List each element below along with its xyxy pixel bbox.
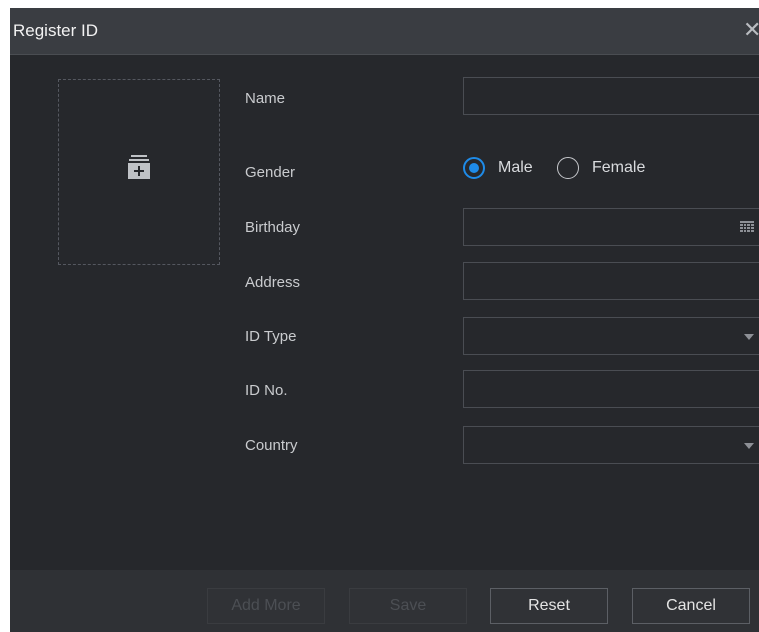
id-no-label: ID No. xyxy=(245,382,288,399)
calendar-icon[interactable] xyxy=(740,221,754,234)
country-label: Country xyxy=(245,437,298,454)
birthday-field[interactable] xyxy=(463,208,759,246)
id-no-input[interactable] xyxy=(464,371,759,407)
id-no-field[interactable] xyxy=(463,370,759,408)
address-field[interactable] xyxy=(463,262,759,300)
gender-female-label: Female xyxy=(592,159,646,176)
chevron-down-icon[interactable] xyxy=(744,334,754,340)
id-type-value[interactable] xyxy=(464,318,759,354)
radio-unchecked-icon xyxy=(557,157,579,179)
reset-button[interactable]: Reset xyxy=(490,588,608,624)
address-label: Address xyxy=(245,274,301,291)
save-button[interactable]: Save xyxy=(349,588,467,624)
dialog-titlebar: Register ID ✕ xyxy=(10,8,759,55)
chevron-down-icon[interactable] xyxy=(744,443,754,449)
id-type-select[interactable] xyxy=(463,317,759,355)
name-input[interactable] xyxy=(464,78,759,114)
add-photo-icon[interactable] xyxy=(123,154,155,186)
country-select[interactable] xyxy=(463,426,759,464)
birthday-input[interactable] xyxy=(464,209,759,245)
dialog-footer: Add More Save Reset Cancel xyxy=(10,570,759,632)
name-label: Name xyxy=(245,90,286,107)
photo-upload-area[interactable] xyxy=(58,79,220,265)
cancel-button[interactable]: Cancel xyxy=(632,588,750,624)
address-input[interactable] xyxy=(464,263,759,299)
close-icon[interactable]: ✕ xyxy=(743,19,759,41)
gender-label: Gender xyxy=(245,164,296,181)
name-field[interactable] xyxy=(463,77,759,115)
radio-checked-icon xyxy=(463,157,485,179)
register-id-dialog: Register ID ✕ Name Gender Male Female Bi… xyxy=(10,8,759,632)
id-type-label: ID Type xyxy=(245,328,297,345)
country-value[interactable] xyxy=(464,427,759,463)
dialog-title: Register ID xyxy=(13,21,99,40)
add-more-button[interactable]: Add More xyxy=(207,588,325,624)
birthday-label: Birthday xyxy=(245,219,301,236)
gender-male-label: Male xyxy=(498,159,533,176)
